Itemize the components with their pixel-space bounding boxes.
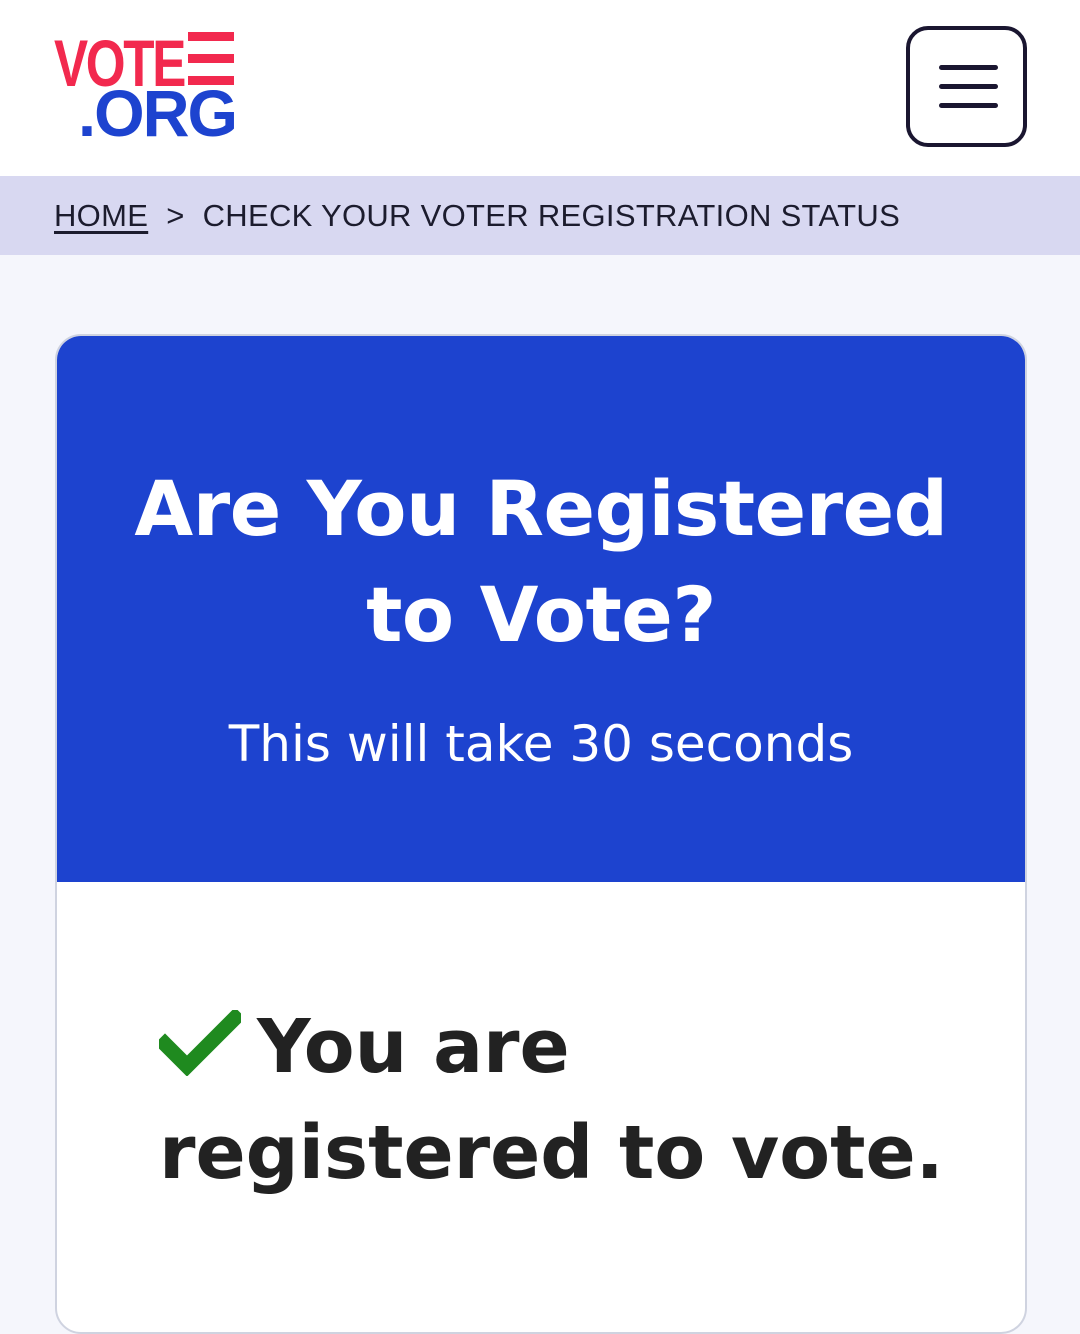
vote-org-logo[interactable]: VOTE .ORG xyxy=(54,28,240,140)
menu-icon-bar xyxy=(939,84,998,89)
menu-button[interactable] xyxy=(906,26,1027,147)
vote-org-logo-graphic: VOTE .ORG xyxy=(54,28,238,140)
registration-status-text: You are registered to vote. xyxy=(159,1004,944,1196)
breadcrumb-home-link[interactable]: HOME xyxy=(54,198,148,234)
logo-stripe xyxy=(188,32,234,41)
breadcrumb-current-page: CHECK YOUR VOTER REGISTRATION STATUS xyxy=(202,197,901,233)
registration-check-card: Are You Registered to Vote? This will ta… xyxy=(55,334,1027,1334)
page-subtitle: This will take 30 seconds xyxy=(228,715,854,773)
page-title: Are You Registered to Vote? xyxy=(134,464,948,659)
card-header: Are You Registered to Vote? This will ta… xyxy=(57,336,1025,882)
registration-result: You are registered to vote. xyxy=(159,994,959,1206)
menu-icon-bar xyxy=(939,65,998,70)
checkmark-icon xyxy=(159,1010,241,1076)
breadcrumb-separator: > xyxy=(166,197,185,233)
site-header: VOTE .ORG xyxy=(0,0,1080,176)
logo-stripe xyxy=(188,54,234,63)
breadcrumb: HOME > CHECK YOUR VOTER REGISTRATION STA… xyxy=(0,176,1080,255)
logo-org-letters: .ORG xyxy=(78,76,236,140)
menu-icon-bar xyxy=(939,103,998,108)
